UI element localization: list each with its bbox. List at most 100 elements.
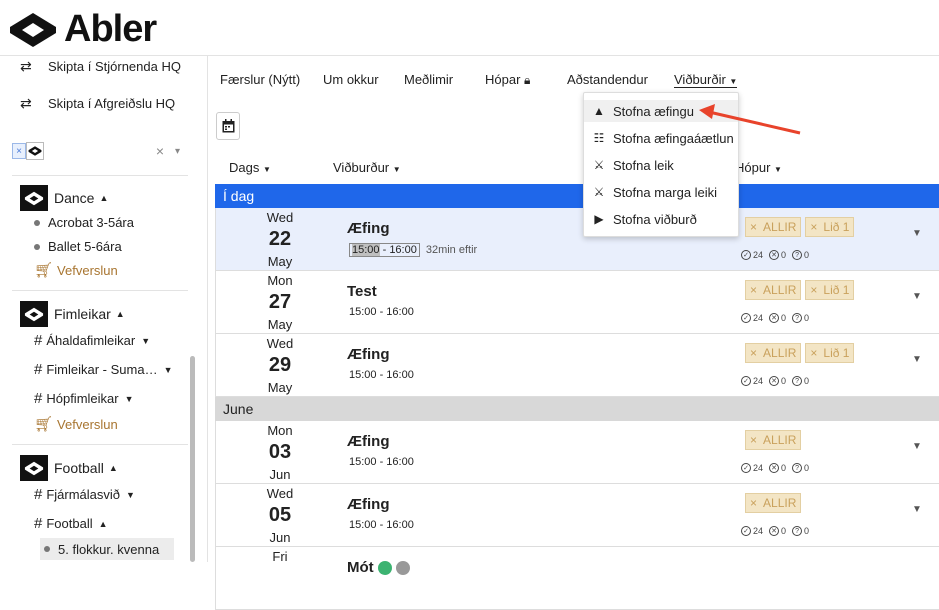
caret-down-icon: ▼: [392, 165, 401, 174]
stat-unknown: 0: [804, 463, 810, 473]
nav-posts[interactable]: Færslur (Nýtt): [220, 72, 300, 87]
hash-icon: #: [34, 486, 43, 503]
sidebar-scrollbar[interactable]: [190, 356, 195, 562]
nav-about[interactable]: Um okkur: [323, 72, 379, 87]
col-date[interactable]: Dags ▼: [229, 160, 271, 175]
menu-create-event[interactable]: ▶ Stofna viðburð: [584, 208, 738, 230]
remove-badge-icon[interactable]: ×: [750, 433, 757, 447]
subgroup-item[interactable]: # Hópfimleikar ▼: [34, 390, 134, 407]
menu-create-game[interactable]: ⚔ Stofna leik: [584, 154, 738, 176]
webshop-link[interactable]: 🛒︎ Vefverslun: [34, 261, 118, 279]
nav-groups[interactable]: Hópar 🔒︎: [485, 72, 530, 88]
swap-icon: ⇄: [20, 95, 32, 111]
group-dance[interactable]: Dance ▲: [20, 185, 108, 211]
row-dropdown-icon[interactable]: ▼: [912, 228, 922, 239]
event-title[interactable]: Æfing: [347, 496, 390, 513]
declined-icon: ✕: [769, 250, 780, 260]
group-badge[interactable]: × ALLIR: [745, 493, 802, 513]
stat-attending: 24: [753, 376, 764, 386]
nav-guardians[interactable]: Aðstandendur: [567, 72, 648, 87]
caret-up-icon: ▲: [98, 518, 108, 529]
event-time: 15:00 - 16:00: [349, 369, 414, 381]
remove-chip-button[interactable]: ×: [12, 143, 26, 159]
subgroup-item[interactable]: # Fimleikar - Suma… ▼: [34, 361, 173, 378]
group-badge[interactable]: × ALLIR: [745, 280, 802, 300]
remove-badge-icon[interactable]: ×: [750, 496, 757, 510]
event-row[interactable]: Fri Mót: [215, 547, 939, 610]
event-title[interactable]: Æfing: [347, 220, 390, 237]
stat-unknown: 0: [804, 250, 810, 260]
group-badge[interactable]: × Lið 1: [805, 217, 855, 237]
stat-attending: 24: [753, 463, 764, 473]
event-title[interactable]: Test: [347, 283, 377, 300]
club-logo-icon: [26, 142, 44, 160]
col-event[interactable]: Viðburður ▼: [333, 160, 401, 175]
clear-filter-button[interactable]: ×: [156, 143, 164, 159]
row-dropdown-icon[interactable]: ▼: [912, 354, 922, 365]
event-row[interactable]: Wed 29 May Æfing 15:00 - 16:00 × ALLIR × L…: [215, 334, 939, 397]
col-date-label: Dags: [229, 160, 260, 175]
chevron-down-icon[interactable]: ▾: [175, 146, 180, 157]
switch-label: Skipta í Afgreiðslu HQ: [48, 96, 176, 111]
remove-badge-icon[interactable]: ×: [810, 283, 817, 297]
time-range: 15:00 - 16:00: [349, 243, 420, 257]
remove-badge-icon[interactable]: ×: [750, 346, 757, 360]
chevron-down-icon: ▼: [124, 393, 134, 404]
group-badge[interactable]: × ALLIR: [745, 217, 802, 237]
caret-up-icon: ▲: [115, 309, 125, 319]
event-dow: Wed: [266, 336, 294, 351]
stat-declined: 0: [781, 463, 787, 473]
switch-to-reception-hq[interactable]: ⇄ Skipta í Afgreiðslu HQ: [20, 95, 175, 112]
remove-badge-icon[interactable]: ×: [810, 220, 817, 234]
subgroup-item[interactable]: Acrobat 3-5ára: [34, 215, 134, 230]
row-dropdown-icon[interactable]: ▼: [912, 291, 922, 302]
swap-icon: ⇄: [20, 58, 32, 74]
subgroup-item[interactable]: # Fjármálasvið ▼: [34, 486, 135, 503]
row-dropdown-icon[interactable]: ▼: [912, 504, 922, 515]
nav-events[interactable]: Viðburðir ▼: [674, 72, 738, 88]
event-dow: Mon: [267, 273, 293, 288]
remove-badge-icon[interactable]: ×: [810, 346, 817, 360]
group-badge[interactable]: × ALLIR: [745, 430, 802, 450]
badge-label: ALLIR: [763, 283, 797, 297]
event-row[interactable]: Wed 22 May Æfing 15:00 - 16:00 32min eft…: [215, 208, 939, 271]
webshop-link[interactable]: 🛒︎ Vefverslun: [34, 415, 118, 433]
event-time: 15:00 - 16:00 32min eftir: [349, 243, 477, 257]
remove-badge-icon[interactable]: ×: [750, 283, 757, 297]
col-group[interactable]: Hópur ▼: [735, 160, 782, 175]
section-month: June: [215, 397, 939, 421]
group-badge[interactable]: × Lið 1: [805, 280, 855, 300]
group-badges: × ALLIR × Lið 1: [745, 217, 858, 237]
group-football[interactable]: Football ▲: [20, 455, 118, 481]
event-row[interactable]: Wed 05 Jun Æfing 15:00 - 16:00 × ALLIR ✓ 2…: [215, 484, 939, 547]
question-icon: ?: [792, 376, 803, 386]
calendar-button[interactable]: [216, 112, 240, 140]
caret-down-icon: ▼: [262, 165, 271, 174]
dot-icon: [34, 219, 40, 226]
event-title[interactable]: Æfing: [347, 433, 390, 450]
row-dropdown-icon[interactable]: ▼: [912, 441, 922, 452]
stat-unknown: 0: [804, 376, 810, 386]
abler-logo[interactable]: Abler: [8, 8, 157, 51]
event-row[interactable]: Mon 03 Jun Æfing 15:00 - 16:00 × ALLIR ✓ 2…: [215, 421, 939, 484]
event-day: 05: [268, 504, 292, 526]
group-badge[interactable]: × ALLIR: [745, 343, 802, 363]
stat-attending: 24: [753, 526, 764, 536]
remove-badge-icon[interactable]: ×: [750, 220, 757, 234]
status-icon: [377, 561, 392, 576]
group-badge[interactable]: × Lið 1: [805, 343, 855, 363]
group-fimleikar[interactable]: Fimleikar ▲: [20, 301, 125, 327]
nav-members[interactable]: Meðlimir: [404, 72, 453, 87]
switch-to-admin-hq[interactable]: ⇄ Skipta í Stjórnenda HQ: [20, 58, 181, 75]
subgroup-item[interactable]: # Football ▲: [34, 515, 108, 532]
club-filter-select[interactable]: × × ▾: [12, 139, 188, 163]
event-row[interactable]: Mon 27 May Test 15:00 - 16:00 × ALLIR × Li…: [215, 271, 939, 334]
menu-create-many-games[interactable]: ⚔ Stofna marga leiki: [584, 181, 738, 203]
subgroup-item[interactable]: Ballet 5-6ára: [34, 239, 122, 254]
subgroup-item[interactable]: # Áhaldafimleikar ▼: [34, 332, 150, 349]
subgroup-item-selected[interactable]: 5. flokkur. kvenna: [40, 538, 174, 560]
caret-down-icon: ▼: [774, 165, 782, 174]
declined-icon: ✕: [769, 463, 780, 473]
event-title[interactable]: Æfing: [347, 346, 390, 363]
subgroup-label: Ballet 5-6ára: [48, 239, 122, 254]
